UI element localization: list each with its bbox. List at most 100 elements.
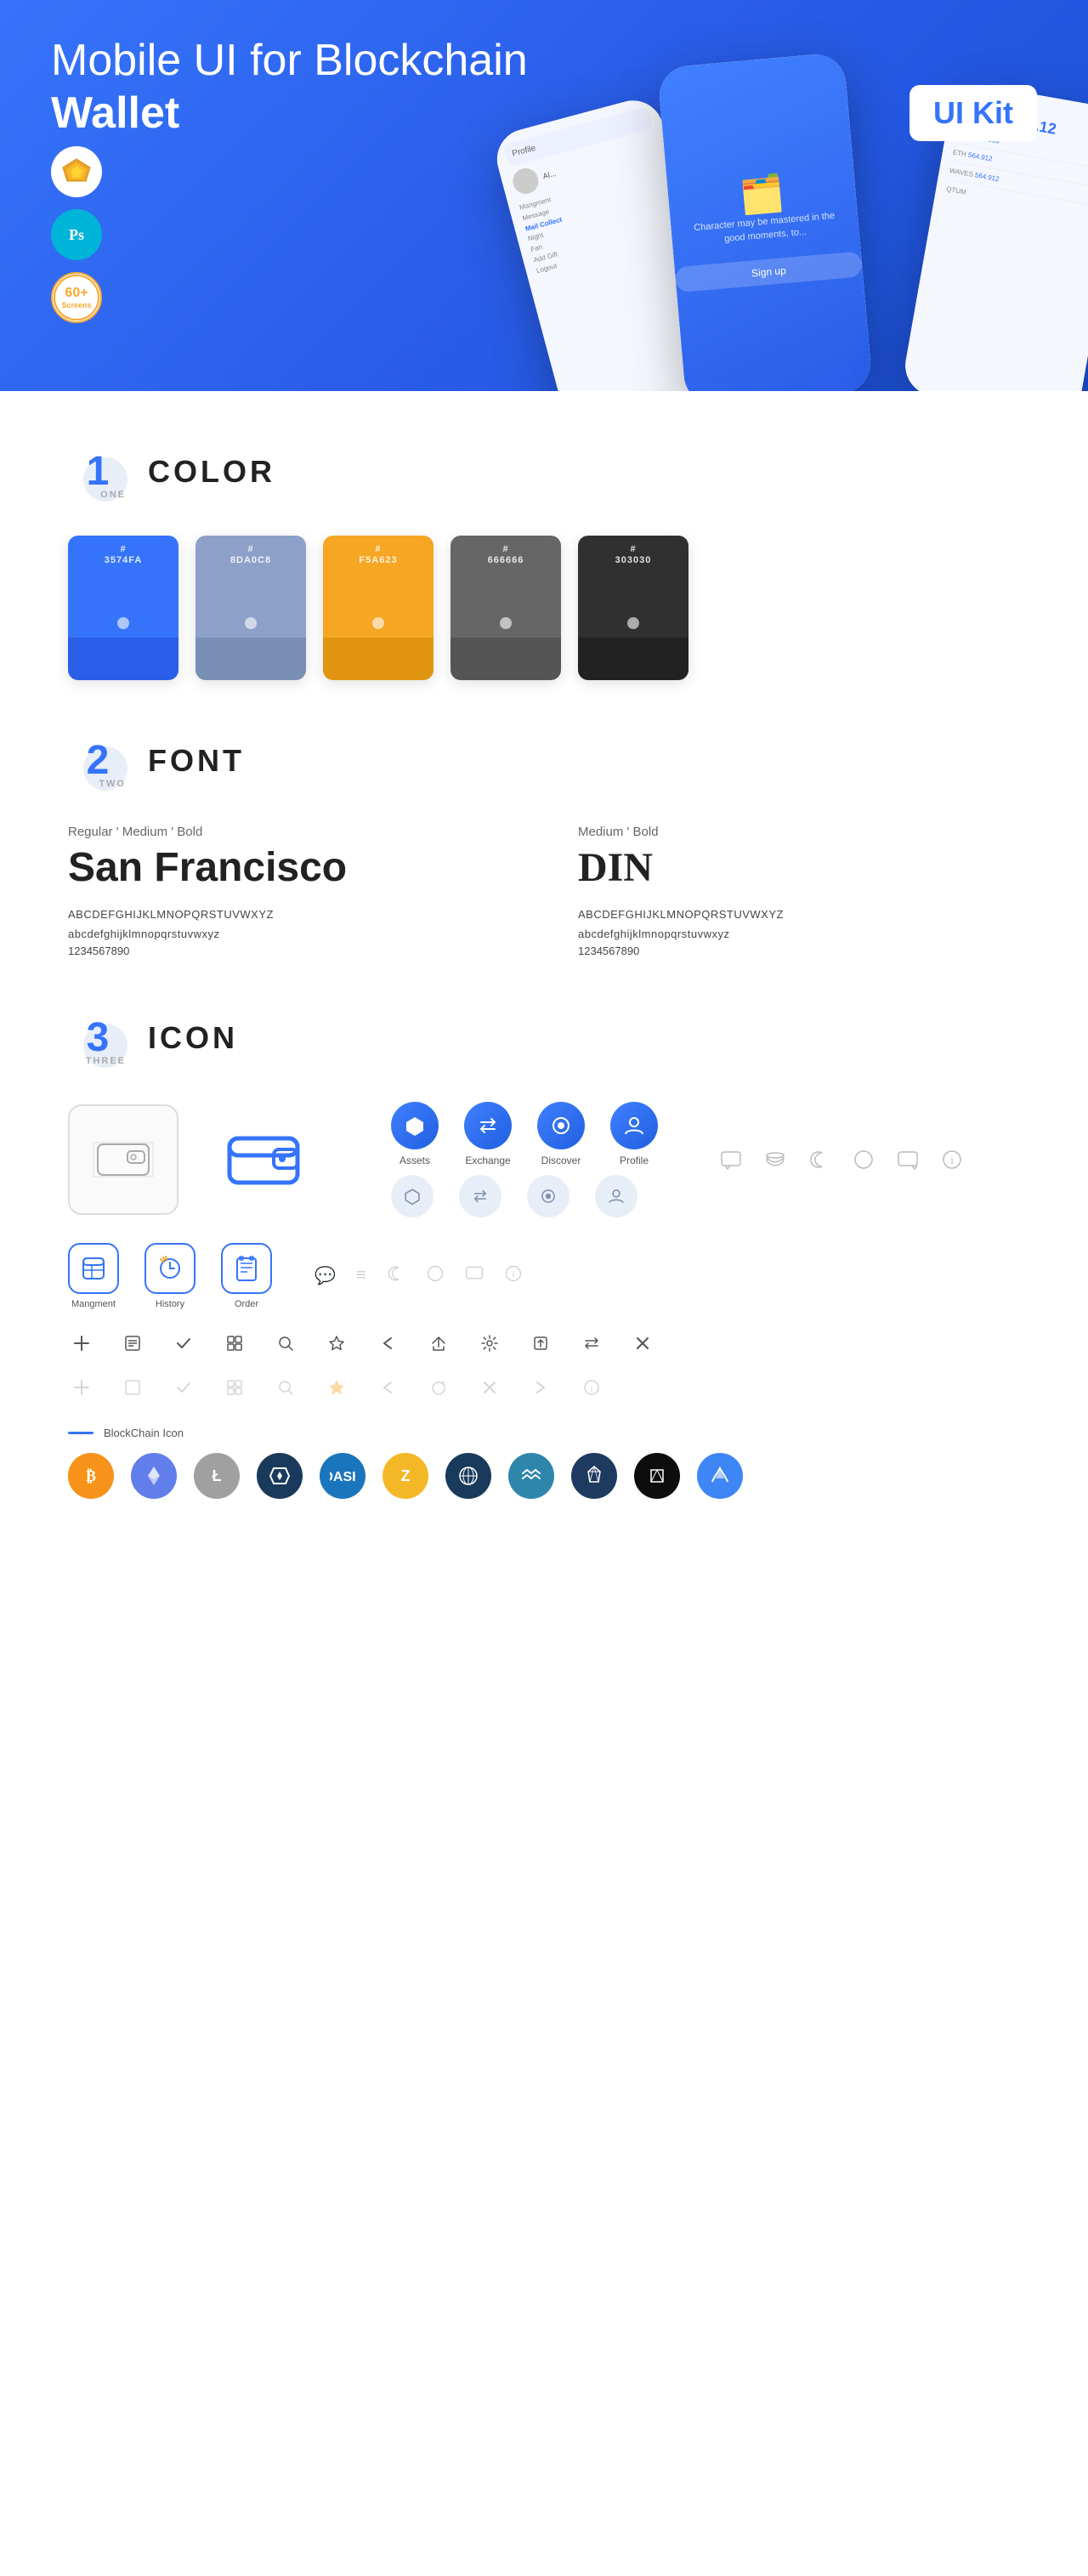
font-sf-meta: Regular ' Medium ' Bold <box>68 825 510 839</box>
management-icon <box>68 1243 119 1294</box>
font-grid: Regular ' Medium ' Bold San Francisco AB… <box>68 825 1020 957</box>
nav-icon-assets: Assets <box>391 1102 439 1166</box>
order-icon-item: Order <box>221 1243 272 1309</box>
wallet-wireframe-icon <box>68 1104 178 1215</box>
font-sf-lower: abcdefghijklmnopqrstuvwxyz <box>68 924 510 944</box>
svg-text:i: i <box>512 1271 514 1280</box>
profile-icon <box>610 1102 658 1149</box>
nav-icons-container: Assets Exchange <box>374 1102 658 1217</box>
swap-icon <box>578 1330 605 1357</box>
nav-icon-exchange: Exchange <box>464 1102 512 1166</box>
check-icon <box>170 1330 197 1357</box>
assets-icon-gray <box>391 1175 434 1217</box>
settings-icon <box>476 1330 503 1357</box>
font-din-lower: abcdefghijklmnopqrstuvwxyz <box>578 924 1020 944</box>
grid-icon <box>221 1330 248 1357</box>
font-sf-name: San Francisco <box>68 844 510 891</box>
sketch-badge <box>51 146 102 197</box>
moon-icon <box>806 1146 833 1173</box>
hero-badges: Ps 60+ Screens <box>51 146 102 323</box>
exchange-icon <box>464 1102 512 1149</box>
discover-icon <box>537 1102 585 1149</box>
icon-section-header: 3 THREE ICON <box>68 1008 1020 1068</box>
share-icon <box>425 1330 452 1357</box>
grid-icon-gray <box>221 1374 248 1401</box>
icon-section: 3 THREE ICON <box>68 1008 1020 1499</box>
svg-text:Z: Z <box>401 1467 411 1484</box>
svg-text:i: i <box>590 1384 592 1394</box>
color-swatch-blue: #3574FA <box>68 536 178 680</box>
main-content: 1 ONE COLOR #3574FA #8DA0C8 <box>0 391 1088 1601</box>
blockchain-line <box>68 1432 94 1434</box>
font-sf-upper: ABCDEFGHIJKLMNOPQRSTUVWXYZ <box>68 905 510 924</box>
close-icon <box>629 1330 656 1357</box>
dash-icon: DASH <box>320 1453 366 1499</box>
info-icon: i <box>938 1146 966 1173</box>
ps-badge: Ps <box>51 209 102 260</box>
font-number-wrap: 2 TWO <box>68 731 128 791</box>
ui-kit-badge: UI Kit <box>910 85 1037 141</box>
info-sm-icon: i <box>504 1264 523 1287</box>
circle-sm-icon <box>426 1264 445 1287</box>
management-icon-item: Mangment <box>68 1243 119 1309</box>
exchange-label: Exchange <box>465 1155 510 1166</box>
list-icon-gray <box>119 1374 146 1401</box>
wallet-color-icon <box>212 1104 323 1215</box>
litecoin-icon: Ł <box>194 1453 240 1499</box>
history-icon-item: History <box>144 1243 196 1309</box>
nav-icon-profile: Profile <box>610 1102 658 1166</box>
small-icons-row1 <box>68 1330 1020 1357</box>
nav-icons-row1: Assets Exchange <box>391 1102 658 1166</box>
screens-badge: 60+ Screens <box>51 272 102 323</box>
assets-icon <box>391 1102 439 1149</box>
hero-title: Mobile UI for Blockchain Wallet <box>51 34 561 140</box>
font-din-meta: Medium ' Bold <box>578 825 1020 839</box>
color-number-wrap: 1 ONE <box>68 442 128 502</box>
font-number: 2 <box>87 740 110 781</box>
font-section: 2 TWO FONT Regular ' Medium ' Bold San F… <box>68 731 1020 957</box>
color-section-header: 1 ONE COLOR <box>68 442 1020 502</box>
discover-icon-gray <box>527 1175 570 1217</box>
blockchain-label: BlockChain Icon <box>104 1427 184 1439</box>
dark-coin-icon <box>257 1453 303 1499</box>
font-din-block: Medium ' Bold DIN ABCDEFGHIJKLMNOPQRSTUV… <box>578 825 1020 957</box>
font-sf-block: Regular ' Medium ' Bold San Francisco AB… <box>68 825 510 957</box>
star-icon <box>323 1330 350 1357</box>
svg-text:Ł: Ł <box>212 1467 222 1484</box>
back-icon-gray <box>374 1374 401 1401</box>
back-icon <box>374 1330 401 1357</box>
blockchain-label-row: BlockChain Icon <box>68 1427 1020 1439</box>
misc-small-icons: 💬 ≡ i <box>314 1264 523 1287</box>
svg-text:i: i <box>950 1154 954 1166</box>
golem-icon <box>634 1453 680 1499</box>
color-section: 1 ONE COLOR #3574FA #8DA0C8 <box>68 442 1020 680</box>
svg-text:₿: ₿ <box>86 1467 96 1484</box>
color-swatch-dark: #303030 <box>578 536 688 680</box>
icon-number: 3 <box>87 1018 110 1058</box>
chat-sm-icon: 💬 <box>314 1265 336 1286</box>
search-icon <box>272 1330 299 1357</box>
close-icon-gray <box>476 1374 503 1401</box>
history-icon <box>144 1243 196 1294</box>
color-title: COLOR <box>148 454 275 490</box>
misc-icons-top-row: i <box>717 1146 966 1173</box>
misc-icons-group: i <box>717 1146 966 1173</box>
nav-icons-row2 <box>391 1175 658 1217</box>
refresh-icon-gray <box>425 1374 452 1401</box>
color-swatch-gray: #666666 <box>450 536 561 680</box>
list-icon <box>119 1330 146 1357</box>
misc-icons-col: i <box>717 1146 966 1173</box>
assets-label: Assets <box>400 1155 430 1166</box>
svg-text:DASH: DASH <box>330 1470 355 1484</box>
color-swatch-orange: #F5A623 <box>323 536 434 680</box>
search-icon-gray <box>272 1374 299 1401</box>
profile-label: Profile <box>620 1155 649 1166</box>
chat-icon <box>717 1146 745 1173</box>
ethereum-icon <box>131 1453 177 1499</box>
nav-icon-discover: Discover <box>537 1102 585 1166</box>
bubble-icon <box>894 1146 921 1173</box>
circle-icon <box>850 1146 877 1173</box>
management-label: Mangment <box>71 1299 116 1309</box>
moon-sm-icon <box>387 1264 405 1287</box>
font-din-upper: ABCDEFGHIJKLMNOPQRSTUVWXYZ <box>578 905 1020 924</box>
